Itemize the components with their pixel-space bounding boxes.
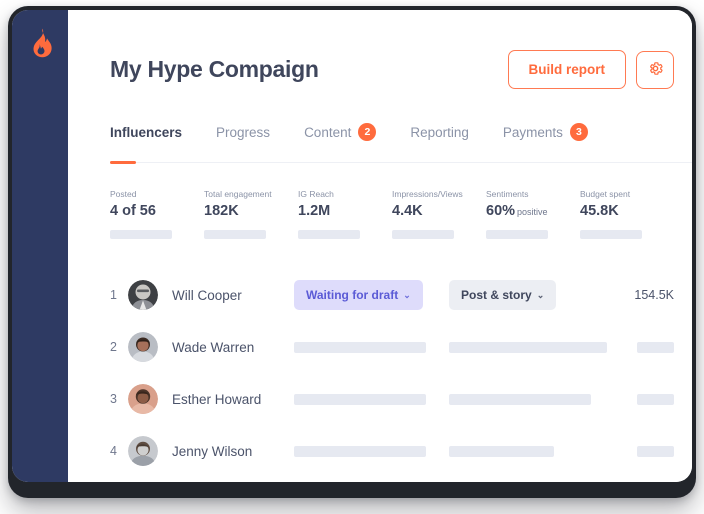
status-cell: Waiting for draft ⌄	[294, 280, 449, 310]
status-dropdown[interactable]: Waiting for draft ⌄	[294, 280, 423, 310]
stat-ig-reach: IG Reach 1.2M	[298, 189, 392, 239]
table-row[interactable]: 2 Wade Warren	[110, 321, 674, 373]
tab-payments[interactable]: Payments 3	[503, 123, 588, 163]
settings-button[interactable]	[636, 50, 674, 89]
type-cell: Post & story ⌄	[449, 280, 609, 310]
avatar	[128, 436, 158, 466]
stat-value: 45.8K	[580, 203, 619, 219]
type-placeholder-bar	[449, 393, 591, 405]
reach-placeholder-bar	[637, 445, 674, 457]
reach-cell: 154.5K	[609, 286, 674, 304]
stat-impressions-views: Impressions/Views 4.4K	[392, 189, 486, 239]
reach-cell	[609, 445, 674, 457]
tab-content[interactable]: Content 2	[304, 123, 377, 163]
stat-label: Posted	[110, 189, 137, 199]
reach-value: 154.5K	[634, 288, 674, 302]
stat-value: 1.2M	[298, 203, 331, 219]
content-type-dropdown[interactable]: Post & story ⌄	[449, 280, 557, 310]
stat-value: 4.4K	[392, 203, 423, 219]
main-content: My Hype Compaign Build report Influencer…	[68, 10, 692, 482]
status-placeholder-bar	[294, 393, 426, 405]
status-cell	[294, 393, 449, 405]
status-cell	[294, 341, 449, 353]
type-placeholder-bar	[449, 341, 607, 353]
status-placeholder-bar	[294, 341, 426, 353]
tab-bar: Influencers Progress Content 2 Reporting…	[110, 123, 692, 164]
gear-icon	[647, 60, 664, 80]
row-index: 1	[110, 288, 117, 302]
status-placeholder-bar	[294, 445, 426, 457]
stat-placeholder-bar	[486, 230, 548, 239]
tab-label: Influencers	[110, 124, 183, 140]
stat-label: Sentiments	[486, 189, 529, 199]
row-index: 4	[110, 444, 117, 458]
table-row[interactable]: 1 Will Cooper Waiting for draft ⌄ Post &…	[110, 269, 674, 321]
type-cell	[449, 393, 609, 405]
stat-placeholder-bar	[392, 230, 454, 239]
stats-row: Posted 4 of 56 Total engagement 182K IG …	[110, 189, 674, 239]
stat-value: 4 of 56	[110, 203, 156, 219]
tab-progress[interactable]: Progress	[216, 125, 270, 162]
tab-reporting[interactable]: Reporting	[410, 125, 469, 162]
flame-icon[interactable]	[28, 28, 54, 58]
reach-placeholder-bar	[637, 341, 674, 353]
stat-placeholder-bar	[298, 230, 360, 239]
tab-label: Content	[304, 124, 352, 140]
page-title: My Hype Compaign	[110, 56, 319, 82]
stat-label: Impressions/Views	[392, 189, 463, 199]
row-index: 2	[110, 340, 117, 354]
type-cell	[449, 341, 609, 353]
reach-cell	[609, 393, 674, 405]
page-header: My Hype Compaign Build report	[110, 10, 674, 89]
avatar	[128, 332, 158, 362]
influencer-list: 1 Will Cooper Waiting for draft ⌄ Post &…	[110, 269, 674, 477]
stat-total-engagement: Total engagement 182K	[204, 189, 298, 239]
tab-badge-payments: 3	[569, 123, 588, 141]
stat-sentiments: Sentiments 60% positive	[486, 189, 580, 239]
stat-value: 60% positive	[486, 203, 548, 219]
stat-posted: Posted 4 of 56	[110, 189, 204, 239]
device-frame: My Hype Compaign Build report Influencer…	[8, 6, 696, 498]
tab-divider	[110, 162, 692, 163]
influencer-name: Will Cooper	[172, 287, 242, 303]
stat-placeholder-bar	[110, 230, 172, 239]
active-tab-indicator	[110, 161, 136, 164]
chevron-down-icon: ⌄	[536, 289, 545, 300]
stat-value: 182K	[204, 203, 239, 219]
table-row[interactable]: 4 Jenny Wilson	[110, 425, 674, 477]
avatar	[128, 280, 158, 310]
stat-budget-spent: Budget spent 45.8K	[580, 189, 674, 239]
reach-cell	[609, 341, 674, 353]
avatar	[128, 384, 158, 414]
table-row[interactable]: 3 Esther Howard	[110, 373, 674, 425]
content-type-label: Post & story	[461, 288, 532, 302]
influencer-name: Esther Howard	[172, 391, 262, 407]
tab-label: Progress	[216, 124, 271, 140]
reach-placeholder-bar	[637, 393, 674, 405]
stat-label: Budget spent	[580, 189, 631, 199]
type-cell	[449, 445, 609, 457]
stat-label: Total engagement	[204, 189, 272, 199]
tab-label: Payments	[502, 124, 563, 140]
app-screen: My Hype Compaign Build report Influencer…	[12, 10, 692, 482]
tab-influencers[interactable]: Influencers	[110, 125, 182, 162]
chevron-down-icon: ⌄	[403, 289, 411, 300]
type-placeholder-bar	[449, 445, 554, 457]
status-cell	[294, 445, 449, 457]
header-actions: Build report	[507, 50, 674, 89]
row-index: 3	[110, 392, 117, 406]
stat-label: IG Reach	[298, 189, 334, 199]
influencer-name: Wade Warren	[172, 339, 255, 355]
sidebar	[12, 10, 68, 482]
status-label: Waiting for draft	[306, 288, 399, 302]
stat-value-suffix: positive	[517, 207, 548, 217]
stat-placeholder-bar	[204, 230, 266, 239]
tab-label: Reporting	[410, 124, 469, 140]
tab-badge-content: 2	[358, 123, 377, 141]
stat-placeholder-bar	[580, 230, 642, 239]
influencer-name: Jenny Wilson	[172, 443, 253, 459]
build-report-button[interactable]: Build report	[507, 50, 626, 89]
